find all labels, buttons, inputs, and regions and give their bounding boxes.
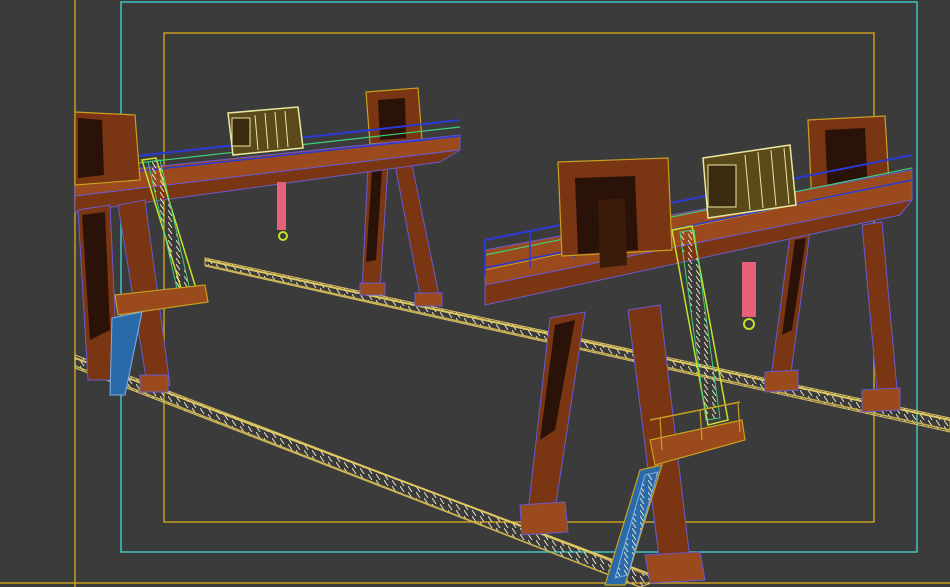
left-crane-trolley[interactable]: [227, 106, 304, 156]
left-crane-hook[interactable]: [277, 182, 288, 241]
right-crane-hook[interactable]: [742, 262, 756, 330]
viewport-canvas[interactable]: [0, 0, 950, 587]
right-gantry-crane[interactable]: [484, 115, 914, 586]
left-gantry-crane[interactable]: [74, 87, 461, 396]
right-crane-trolley[interactable]: [702, 144, 797, 219]
3d-viewport[interactable]: [0, 0, 950, 587]
